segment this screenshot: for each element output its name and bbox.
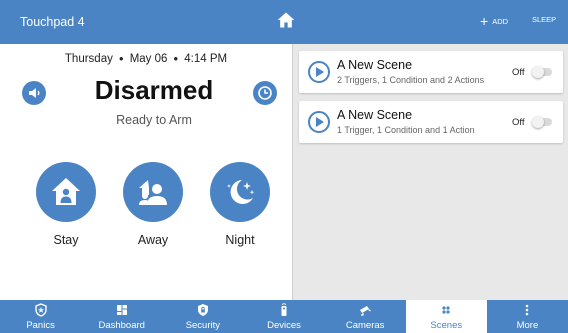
nav-label: Cameras	[345, 320, 385, 331]
nav-label: Panics	[26, 320, 55, 331]
home-person-icon	[52, 178, 80, 205]
away-people-icon	[139, 180, 167, 205]
sleep-button[interactable]: SLEEP	[518, 14, 556, 24]
add-button[interactable]: + ADD	[480, 14, 508, 28]
date-time-line: Thursday ● May 06 ● 4:14 PM	[0, 53, 292, 65]
moon-icon	[521, 14, 526, 24]
nav-scenes[interactable]: Scenes	[405, 300, 487, 333]
scene-card[interactable]: A New Scene 1 Trigger, 1 Condition and 1…	[299, 101, 563, 143]
toggle-knob	[532, 66, 544, 78]
scene-toggle[interactable]	[532, 116, 552, 128]
scene-state: Off	[512, 67, 525, 78]
play-icon	[316, 117, 324, 127]
nav-label: Dashboard	[98, 320, 145, 331]
more-vertical-icon	[526, 304, 529, 316]
shield-star-icon	[34, 303, 47, 317]
nav-panics[interactable]: Panics	[0, 300, 81, 333]
scene-description: 1 Trigger, 1 Condition and 1 Action	[337, 125, 475, 135]
nav-label: Devices	[267, 320, 301, 331]
clock-button[interactable]	[253, 81, 277, 105]
arm-night-label: Night	[225, 233, 255, 247]
nav-label: More	[516, 320, 539, 331]
arm-away-label: Away	[137, 233, 169, 247]
day-text: Thursday	[64, 53, 113, 65]
time-text: 4:14 PM	[184, 53, 228, 65]
arm-night-button[interactable]: Night	[200, 162, 280, 247]
top-bar: Touchpad 4 + ADD SLEEP	[0, 0, 568, 44]
toggle-knob	[532, 116, 544, 128]
scene-name: A New Scene	[337, 108, 413, 122]
arming-substatus: Ready to Arm	[116, 113, 192, 127]
nav-security[interactable]: Security	[162, 300, 243, 333]
arm-night-bubble	[210, 162, 270, 222]
security-panel: Thursday ● May 06 ● 4:14 PM Disarmed Ready t…	[0, 44, 292, 300]
play-icon	[316, 67, 324, 77]
arm-stay-label: Stay	[53, 233, 79, 247]
scenes-icon	[442, 306, 450, 314]
nav-label: Security	[185, 320, 221, 331]
scene-toggle[interactable]	[532, 66, 552, 78]
separator-dot: ●	[173, 54, 179, 63]
nav-dashboard[interactable]: Dashboard	[81, 300, 162, 333]
add-label: ADD	[492, 16, 509, 26]
arm-away-button[interactable]: Away	[113, 162, 193, 247]
scene-name: A New Scene	[337, 58, 413, 72]
nav-more[interactable]: More	[487, 300, 568, 333]
nav-cameras[interactable]: Cameras	[325, 300, 406, 333]
camera-icon	[360, 306, 371, 316]
clock-icon	[258, 86, 272, 100]
arm-stay-bubble	[36, 162, 96, 222]
date-text: May 06	[129, 53, 168, 65]
shield-lock-icon	[197, 304, 208, 316]
sleep-label: SLEEP	[532, 14, 557, 24]
arm-stay-button[interactable]: Stay	[26, 162, 106, 247]
run-scene-button[interactable]	[308, 61, 330, 83]
arm-away-bubble	[123, 162, 183, 222]
nav-label: Scenes	[430, 320, 463, 331]
scene-card[interactable]: A New Scene 2 Triggers, 1 Condition and …	[299, 51, 563, 93]
remote-icon	[281, 303, 287, 316]
device-title: Touchpad 4	[20, 15, 85, 29]
nav-devices[interactable]: Devices	[243, 300, 324, 333]
scene-description: 2 Triggers, 1 Condition and 2 Actions	[337, 75, 485, 85]
separator-dot: ●	[118, 54, 124, 63]
bottom-nav: Panics Dashboard Security Devices Camera…	[0, 300, 568, 333]
home-icon[interactable]	[276, 10, 296, 30]
scenes-panel: A New Scene 2 Triggers, 1 Condition and …	[292, 44, 568, 300]
scene-state: Off	[512, 117, 525, 128]
moon-stars-icon	[227, 180, 255, 204]
run-scene-button[interactable]	[308, 111, 330, 133]
dashboard-icon	[116, 305, 127, 315]
plus-icon: +	[480, 13, 489, 29]
